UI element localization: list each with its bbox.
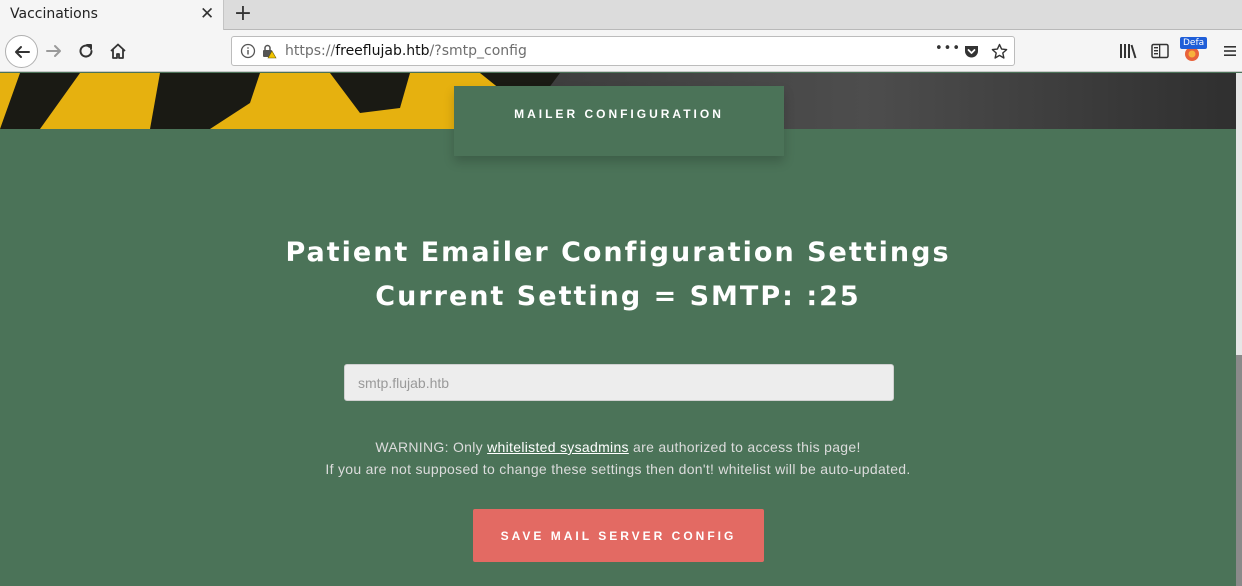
info-icon[interactable] (240, 43, 256, 59)
home-button[interactable] (104, 37, 132, 65)
browser-tab[interactable]: Vaccinations ✕ (0, 0, 224, 30)
scrollbar-thumb[interactable] (1236, 355, 1242, 586)
mailer-config-label: MAILER CONFIGURATION (514, 107, 724, 121)
whitelisted-sysadmins-link[interactable]: whitelisted sysadmins (487, 439, 629, 455)
back-button[interactable] (5, 35, 38, 68)
pocket-icon[interactable] (963, 43, 980, 60)
warning-text-line1: WARNING: Only whitelisted sysadmins are … (0, 439, 1236, 455)
url-path: /?smtp_config (429, 43, 527, 59)
url-text[interactable]: https://freeflujab.htb/?smtp_config (285, 43, 527, 59)
back-arrow-icon (14, 45, 30, 58)
navigation-toolbar: https://freeflujab.htb/?smtp_config ••• … (0, 30, 1242, 72)
forward-button[interactable] (40, 37, 68, 65)
warning-text-line2: If you are not supposed to change these … (325, 461, 911, 477)
forward-arrow-icon (46, 45, 61, 57)
reload-button[interactable] (72, 37, 100, 65)
page-title: Patient Emailer Configuration Settings (285, 237, 951, 268)
sidebar-icon[interactable] (1151, 43, 1169, 59)
address-bar[interactable]: https://freeflujab.htb/?smtp_config ••• (231, 36, 1015, 66)
warning-suffix: are authorized to access this page! (628, 439, 861, 455)
page-scrollbar[interactable] (1236, 73, 1242, 586)
tab-strip: Vaccinations ✕ + (0, 0, 1242, 30)
default-badge: Defa (1180, 37, 1208, 49)
page-actions-menu-icon[interactable]: ••• (935, 41, 961, 56)
url-scheme: https:// (285, 43, 336, 59)
library-icon[interactable] (1119, 43, 1137, 59)
tab-close-icon[interactable]: ✕ (200, 6, 214, 23)
mailer-config-tab: MAILER CONFIGURATION (454, 86, 784, 156)
page-content: MAILER CONFIGURATION Patient Emailer Con… (0, 73, 1242, 586)
reload-icon (79, 44, 93, 58)
home-icon (110, 43, 126, 59)
save-mail-server-config-button[interactable]: SAVE MAIL SERVER CONFIG (473, 509, 764, 562)
bookmark-star-icon[interactable] (991, 43, 1008, 60)
current-setting-heading: Current Setting = SMTP: :25 (375, 281, 861, 312)
hamburger-menu-icon[interactable] (1223, 44, 1237, 58)
insecure-lock-icon[interactable] (261, 43, 277, 59)
tab-title: Vaccinations (10, 6, 98, 22)
new-tab-icon[interactable]: + (232, 3, 254, 25)
smtp-server-input[interactable] (344, 364, 894, 401)
warning-prefix: WARNING: Only (375, 439, 488, 455)
url-host: freeflujab.htb (335, 43, 430, 59)
